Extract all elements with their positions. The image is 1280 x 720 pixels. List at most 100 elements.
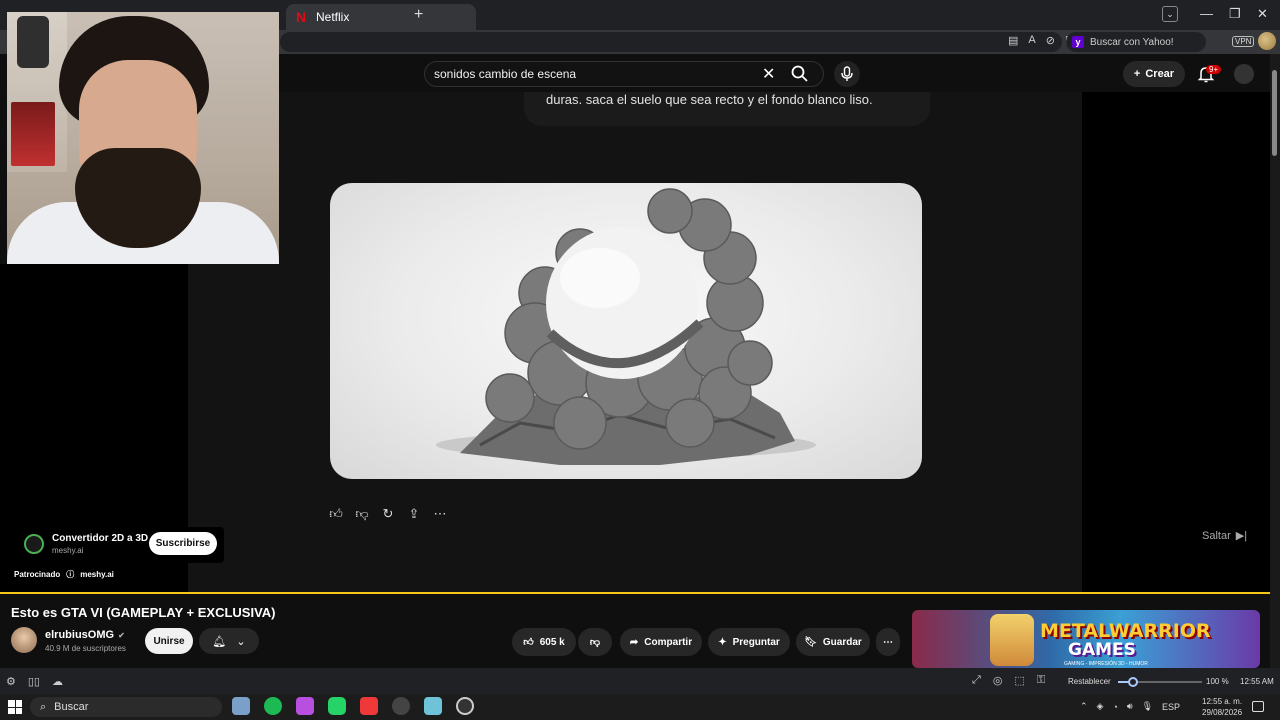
create-button[interactable]: + Crear: [1123, 61, 1185, 87]
dislike-button[interactable]: 👎︎: [578, 628, 612, 656]
obs-icon[interactable]: [456, 697, 474, 715]
whatsapp-icon[interactable]: [328, 697, 346, 715]
wifi-icon[interactable]: ◔: [1112, 702, 1117, 712]
tray-app-icon[interactable]: ◈: [1097, 701, 1104, 712]
status-time: 12:55 AM: [1240, 677, 1274, 686]
ask-label: Preguntar: [732, 636, 780, 648]
banner-title: METALWARRIOR: [1040, 620, 1211, 642]
sponsor-logo: [24, 534, 44, 554]
app-icon-3[interactable]: [296, 697, 314, 715]
reader-icon[interactable]: ▤: [1008, 34, 1018, 47]
more-actions-button[interactable]: ⋯: [876, 628, 900, 656]
settings-icon[interactable]: ⚙: [6, 675, 16, 688]
subscription-bell-button[interactable]: 🔔︎ ⌄: [199, 628, 259, 654]
scrollbar-thumb[interactable]: [1272, 70, 1277, 156]
ad-progress-bar[interactable]: [0, 592, 1280, 594]
webcam-game-box: [11, 102, 55, 166]
sponsored-domain[interactable]: meshy.ai: [80, 570, 114, 579]
clock-date: 29/08/2026: [1202, 708, 1243, 717]
skip-next-icon: ▶|: [1235, 530, 1248, 542]
language-indicator[interactable]: ESP: [1162, 702, 1180, 712]
youtube-search-query: sonidos cambio de escena: [434, 67, 577, 81]
tray-expand-icon[interactable]: ⌃: [1080, 701, 1088, 712]
thumbs-up-icon[interactable]: 👍︎: [328, 506, 344, 522]
sponsor-url: meshy.ai: [52, 546, 84, 555]
status-right-icons: ⤢ ◎ ⬚ ⚿: [972, 674, 1045, 687]
sponsored-info: Patrocinado ⓘ meshy.ai: [14, 569, 114, 580]
volume-icon[interactable]: 🔊︎: [1127, 701, 1133, 712]
tray-mic-icon[interactable]: 🎙︎: [1142, 701, 1153, 712]
system-tray: ⌃ ◈ ◔ 🔊︎ 🎙︎ ESP: [1080, 701, 1180, 712]
page-actions-icon[interactable]: ⚿: [1037, 674, 1045, 687]
app-icon-1[interactable]: [232, 697, 250, 715]
tab-netflix[interactable]: N Netflix: [286, 4, 476, 30]
youtube-account-avatar[interactable]: [1234, 64, 1254, 84]
notification-center-icon[interactable]: [1252, 701, 1264, 712]
tab-search-icon[interactable]: ⌄: [1162, 6, 1178, 22]
more-icon: ⋯: [883, 636, 893, 648]
page-tile-icon[interactable]: ⬚: [1014, 674, 1024, 687]
skip-label: Saltar: [1202, 529, 1231, 542]
sponsored-label: Patrocinado: [14, 570, 61, 579]
info-icon[interactable]: ⓘ: [66, 569, 74, 580]
spotify-icon[interactable]: [264, 697, 282, 715]
share-icon[interactable]: ⇪: [406, 506, 422, 522]
webcam-shelf-item: [17, 16, 49, 68]
taskbar-search-icon: ⌕: [40, 700, 47, 713]
address-bar[interactable]: [280, 32, 1062, 52]
ask-button[interactable]: ✦ Preguntar: [708, 628, 790, 656]
ad-prompt-text: duras. saca el suelo que sea recto y el …: [546, 92, 873, 107]
notifications-badge: 9+: [1206, 65, 1222, 74]
banner-subtitle: GAMES: [1068, 640, 1136, 660]
search-icon[interactable]: [790, 64, 810, 84]
save-label: Guardar: [822, 636, 862, 648]
clear-search-icon[interactable]: ✕: [762, 64, 775, 84]
restore-icon[interactable]: ❐: [1229, 6, 1241, 22]
sphere-sculpture-illustration: [436, 188, 816, 465]
player-right-area: [1082, 92, 1280, 592]
address-bar-actions: ▤ A ⊘ ☐: [1008, 34, 1075, 47]
browser-profile-avatar[interactable]: [1258, 32, 1276, 50]
translate-icon[interactable]: A: [1028, 34, 1035, 47]
verified-icon: ✔: [118, 630, 125, 640]
like-button[interactable]: 👍︎ 605 k: [512, 628, 576, 656]
cast-off-icon[interactable]: ⊘: [1046, 34, 1055, 47]
channel-avatar[interactable]: [11, 627, 37, 653]
camera-icon[interactable]: ◎: [993, 674, 1003, 687]
microphone-icon: [841, 66, 853, 81]
taskbar-search[interactable]: ⌕ Buscar: [30, 697, 222, 717]
save-button[interactable]: 🔖︎ Guardar: [796, 628, 870, 656]
taskbar-search-label: Buscar: [54, 701, 89, 713]
clock-time: 12:55 a. m.: [1202, 697, 1243, 706]
ad-actions: 👍︎ 👎︎ ↻ ⇪ ⋯: [328, 506, 448, 522]
share-button[interactable]: ➦ Compartir: [620, 628, 702, 656]
join-button[interactable]: Unirse: [145, 628, 193, 654]
taskbar-clock[interactable]: 12:55 a. m. 29/08/2026: [1202, 696, 1242, 718]
panel-icon[interactable]: ▯▯: [28, 675, 40, 688]
sponsor-subscribe-button[interactable]: Suscribirse: [149, 532, 217, 555]
minimize-icon[interactable]: —: [1200, 6, 1213, 21]
share-label: Compartir: [644, 636, 693, 648]
skip-ad-button[interactable]: Saltar ▶|: [1202, 529, 1248, 543]
windows-start-icon[interactable]: [8, 700, 22, 714]
vpn-button[interactable]: VPN: [1232, 36, 1255, 47]
more-options-icon[interactable]: ⋯: [432, 506, 448, 522]
share-arrow-icon: ➦: [629, 636, 639, 648]
vivaldi-icon[interactable]: [360, 697, 378, 715]
banner-tagline: GAMING - IMPRESIÓN 3D - HUMOR: [1064, 661, 1148, 667]
netflix-icon: N: [296, 9, 307, 25]
taskbar-apps: [232, 697, 474, 715]
close-window-icon[interactable]: ✕: [1257, 6, 1268, 22]
yahoo-search-box[interactable]: y Buscar con Yahoo!: [1066, 32, 1206, 52]
zoom-reset-button[interactable]: Restablecer: [1068, 677, 1111, 686]
app-icon-7[interactable]: [424, 697, 442, 715]
thumbs-down-icon[interactable]: 👎︎: [354, 506, 370, 522]
app-icon-6[interactable]: [392, 697, 410, 715]
cloud-icon[interactable]: ☁: [52, 675, 63, 688]
regenerate-icon[interactable]: ↻: [380, 506, 396, 522]
channel-name-row[interactable]: elrubiusOMG ✔: [45, 629, 125, 641]
plus-icon: +: [1133, 68, 1141, 80]
voice-search-button[interactable]: [834, 61, 860, 87]
capture-icon[interactable]: ⤢: [972, 674, 981, 687]
new-tab-button[interactable]: +: [414, 6, 423, 24]
